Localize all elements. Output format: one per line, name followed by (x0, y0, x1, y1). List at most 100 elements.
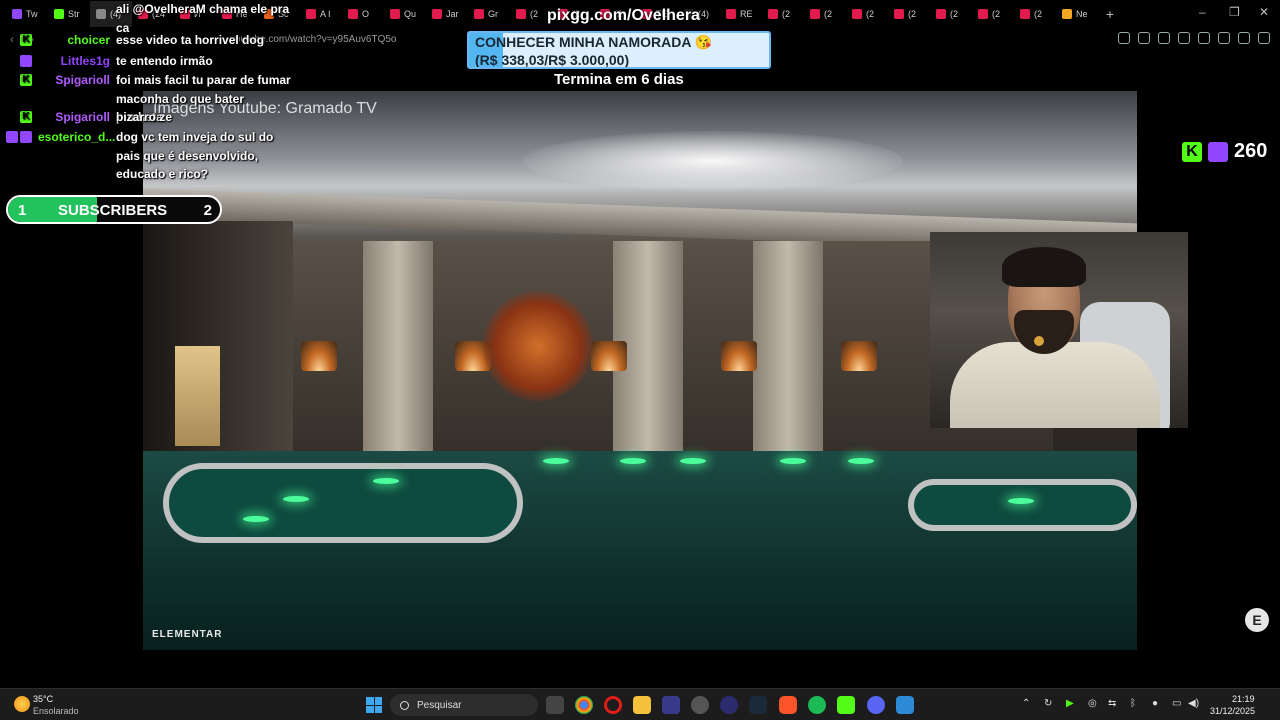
menu-icon[interactable] (1258, 32, 1270, 44)
chat-username: Littles1g (60, 54, 110, 68)
wallet-icon[interactable] (1238, 32, 1250, 44)
volume-icon[interactable]: ◀) (1188, 698, 1199, 709)
video-scene (841, 341, 877, 371)
tab-label: (2 (530, 9, 539, 19)
start-icon[interactable] (366, 697, 382, 713)
weather-temp[interactable]: 35°C (33, 694, 53, 704)
extension-icon[interactable] (1178, 32, 1190, 44)
tab-label: Gr (488, 9, 498, 19)
webcam-overlay (930, 232, 1188, 428)
chat-username: choicer (67, 33, 110, 47)
chat-badges: K (0, 108, 38, 123)
bluetooth-icon[interactable]: ᛒ (1130, 698, 1136, 709)
chat-username: esoterico_d... (38, 130, 116, 144)
browser-tab[interactable]: A I (300, 1, 342, 27)
spotify-icon[interactable] (808, 696, 826, 714)
browser-tab[interactable]: (2 (510, 1, 552, 27)
tab-label: Ne (1076, 9, 1088, 19)
browser-tab[interactable]: (2 (972, 1, 1014, 27)
twitch-icon (6, 131, 18, 143)
notepad-icon[interactable] (896, 696, 914, 714)
tab-favicon-icon (348, 9, 358, 19)
donation-link: pixgg.com/Ovelhera (547, 7, 700, 24)
kick-icon[interactable] (837, 696, 855, 714)
browser-tab[interactable]: (2 (846, 1, 888, 27)
browser-tab[interactable]: Qu (384, 1, 426, 27)
browser-tab[interactable]: O (342, 1, 384, 27)
chat-message: Littles1g te entendo irmão (0, 52, 294, 71)
kick-icon: K (20, 34, 32, 46)
tab-label: A I (320, 9, 331, 19)
kick-icon: K (20, 111, 32, 123)
network-icon[interactable]: ▭ (1172, 698, 1181, 709)
video-scene (780, 458, 806, 464)
browser-tab[interactable]: Jar (426, 1, 468, 27)
minimize-icon[interactable]: – (1199, 5, 1206, 19)
video-scene (908, 479, 1137, 531)
browser-tab[interactable]: (2 (762, 1, 804, 27)
browser-tab[interactable]: (2 (1014, 1, 1056, 27)
video-scene (283, 496, 309, 502)
app-icon[interactable] (720, 696, 738, 714)
taskbar-search[interactable]: Pesquisar (390, 694, 538, 716)
tray-icon[interactable]: ◎ (1088, 698, 1097, 709)
app-icon[interactable] (662, 696, 680, 714)
sidebar-icon[interactable] (1218, 32, 1230, 44)
weather-desc[interactable]: Ensolarado (33, 706, 79, 716)
tray-icon[interactable]: ▶ (1066, 698, 1074, 709)
chrome-icon[interactable] (575, 696, 593, 714)
extension-icon[interactable] (1138, 32, 1150, 44)
task-view-icon[interactable] (546, 696, 564, 714)
tab-label: (2 (992, 9, 1001, 19)
extension-icon[interactable] (1158, 32, 1170, 44)
kick-icon: K (20, 74, 32, 86)
tab-label: (2 (1034, 9, 1043, 19)
app-icon[interactable] (691, 696, 709, 714)
chat-badges (0, 0, 38, 3)
browser-tab[interactable]: (2 (804, 1, 846, 27)
video-scene (175, 346, 220, 446)
tab-label: (2 (782, 9, 791, 19)
tray-icon[interactable]: ⇆ (1108, 698, 1116, 709)
new-tab-button[interactable]: + (1098, 6, 1122, 22)
tab-favicon-icon (810, 9, 820, 19)
chat-text: te entendo irmão (116, 54, 213, 68)
clock-date[interactable]: 31/12/2025 (1210, 706, 1255, 716)
video-scene (523, 131, 903, 191)
browser-tab[interactable]: Ne (1056, 1, 1098, 27)
browser-tab[interactable]: (2 (888, 1, 930, 27)
microphone-icon[interactable]: ● (1152, 698, 1158, 709)
chat-username: Spigarioll (55, 110, 110, 124)
chat-message: K Spigarioll bizarro ze (0, 108, 294, 127)
tray-icon[interactable]: ↻ (1044, 698, 1052, 709)
extension-icon[interactable] (1118, 32, 1130, 44)
chat-badges (0, 52, 38, 67)
tab-label: Qu (404, 9, 417, 19)
tab-favicon-icon (852, 9, 862, 19)
steam-icon[interactable] (749, 696, 767, 714)
bookmark-icon[interactable] (1198, 32, 1210, 44)
close-window-icon[interactable]: ✕ (1259, 5, 1269, 19)
kick-icon: K (1182, 141, 1202, 162)
file-explorer-icon[interactable] (633, 696, 651, 714)
opera-icon[interactable] (604, 696, 622, 714)
discord-icon[interactable] (867, 696, 885, 714)
weather-icon[interactable] (14, 696, 30, 712)
chat-message: esoterico_d... dog vc tem inveja do sul d… (0, 128, 294, 184)
tab-favicon-icon (1062, 9, 1072, 19)
chevron-up-icon[interactable]: ⌃ (1022, 698, 1030, 709)
browser-tab[interactable]: (2 (930, 1, 972, 27)
browser-tab[interactable]: Gr (468, 1, 510, 27)
maximize-icon[interactable]: ❐ (1229, 5, 1240, 19)
brave-icon[interactable] (779, 696, 797, 714)
tab-label: RE (740, 9, 753, 19)
video-scene (753, 241, 823, 481)
chat-message: Kchoicer esse video ta horrivel dog (0, 31, 294, 50)
tab-label: (2 (908, 9, 917, 19)
extension-badge[interactable]: E (1245, 608, 1269, 632)
donation-goal: CONHECER MINHA NAMORADA 😘 (R$ 338,03/R$ … (467, 31, 771, 69)
chat-badges: K (0, 31, 38, 46)
tab-favicon-icon (390, 9, 400, 19)
clock-time[interactable]: 21:19 (1232, 694, 1255, 704)
browser-tab[interactable]: RE (720, 1, 762, 27)
